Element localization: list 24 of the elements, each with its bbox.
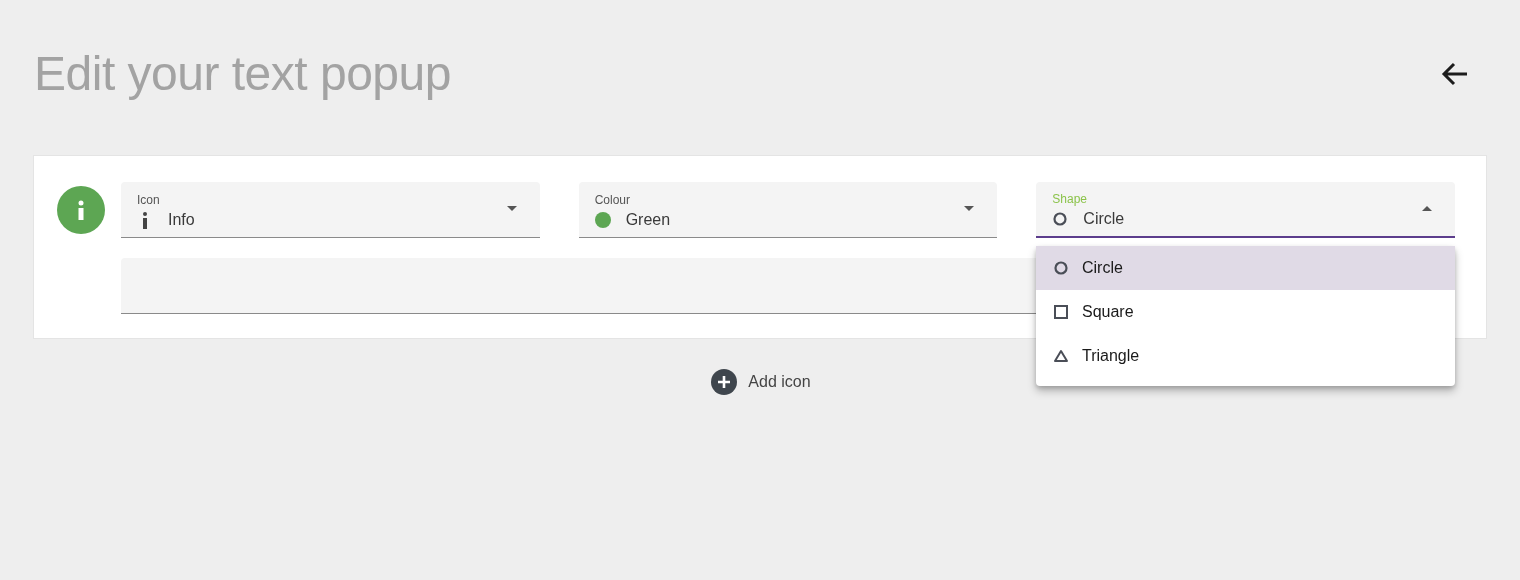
circle-icon — [1052, 210, 1069, 228]
field-label: Shape — [1052, 192, 1089, 206]
plus-icon — [711, 369, 738, 395]
colour-dot-icon — [594, 210, 611, 229]
menu-option[interactable]: Circle — [1036, 246, 1455, 290]
menu-option[interactable]: Square — [1036, 290, 1455, 334]
caret-icon — [506, 206, 517, 211]
dropdown-field[interactable]: Shape Circle — [1036, 182, 1455, 238]
field-label: Icon — [137, 192, 161, 207]
field-value: Circle — [1083, 210, 1125, 228]
menu-option[interactable]: Triangle — [1036, 334, 1455, 378]
page-title: Edit your text popup — [34, 46, 451, 101]
caret-icon — [964, 206, 975, 211]
triangle-icon — [1053, 348, 1069, 364]
square-icon — [1053, 304, 1069, 320]
dropdown-field[interactable]: Colour Green — [578, 182, 998, 238]
field-value: Green — [625, 210, 671, 229]
circle-icon — [1053, 260, 1069, 276]
field-value: Info — [168, 210, 195, 229]
dropdown-field[interactable]: Icon Info — [121, 182, 540, 238]
back-arrow-icon — [1441, 61, 1469, 86]
add-icon-button[interactable]: Add icon — [711, 369, 811, 395]
caret-icon — [1422, 205, 1432, 211]
field-label: Colour — [594, 192, 631, 207]
